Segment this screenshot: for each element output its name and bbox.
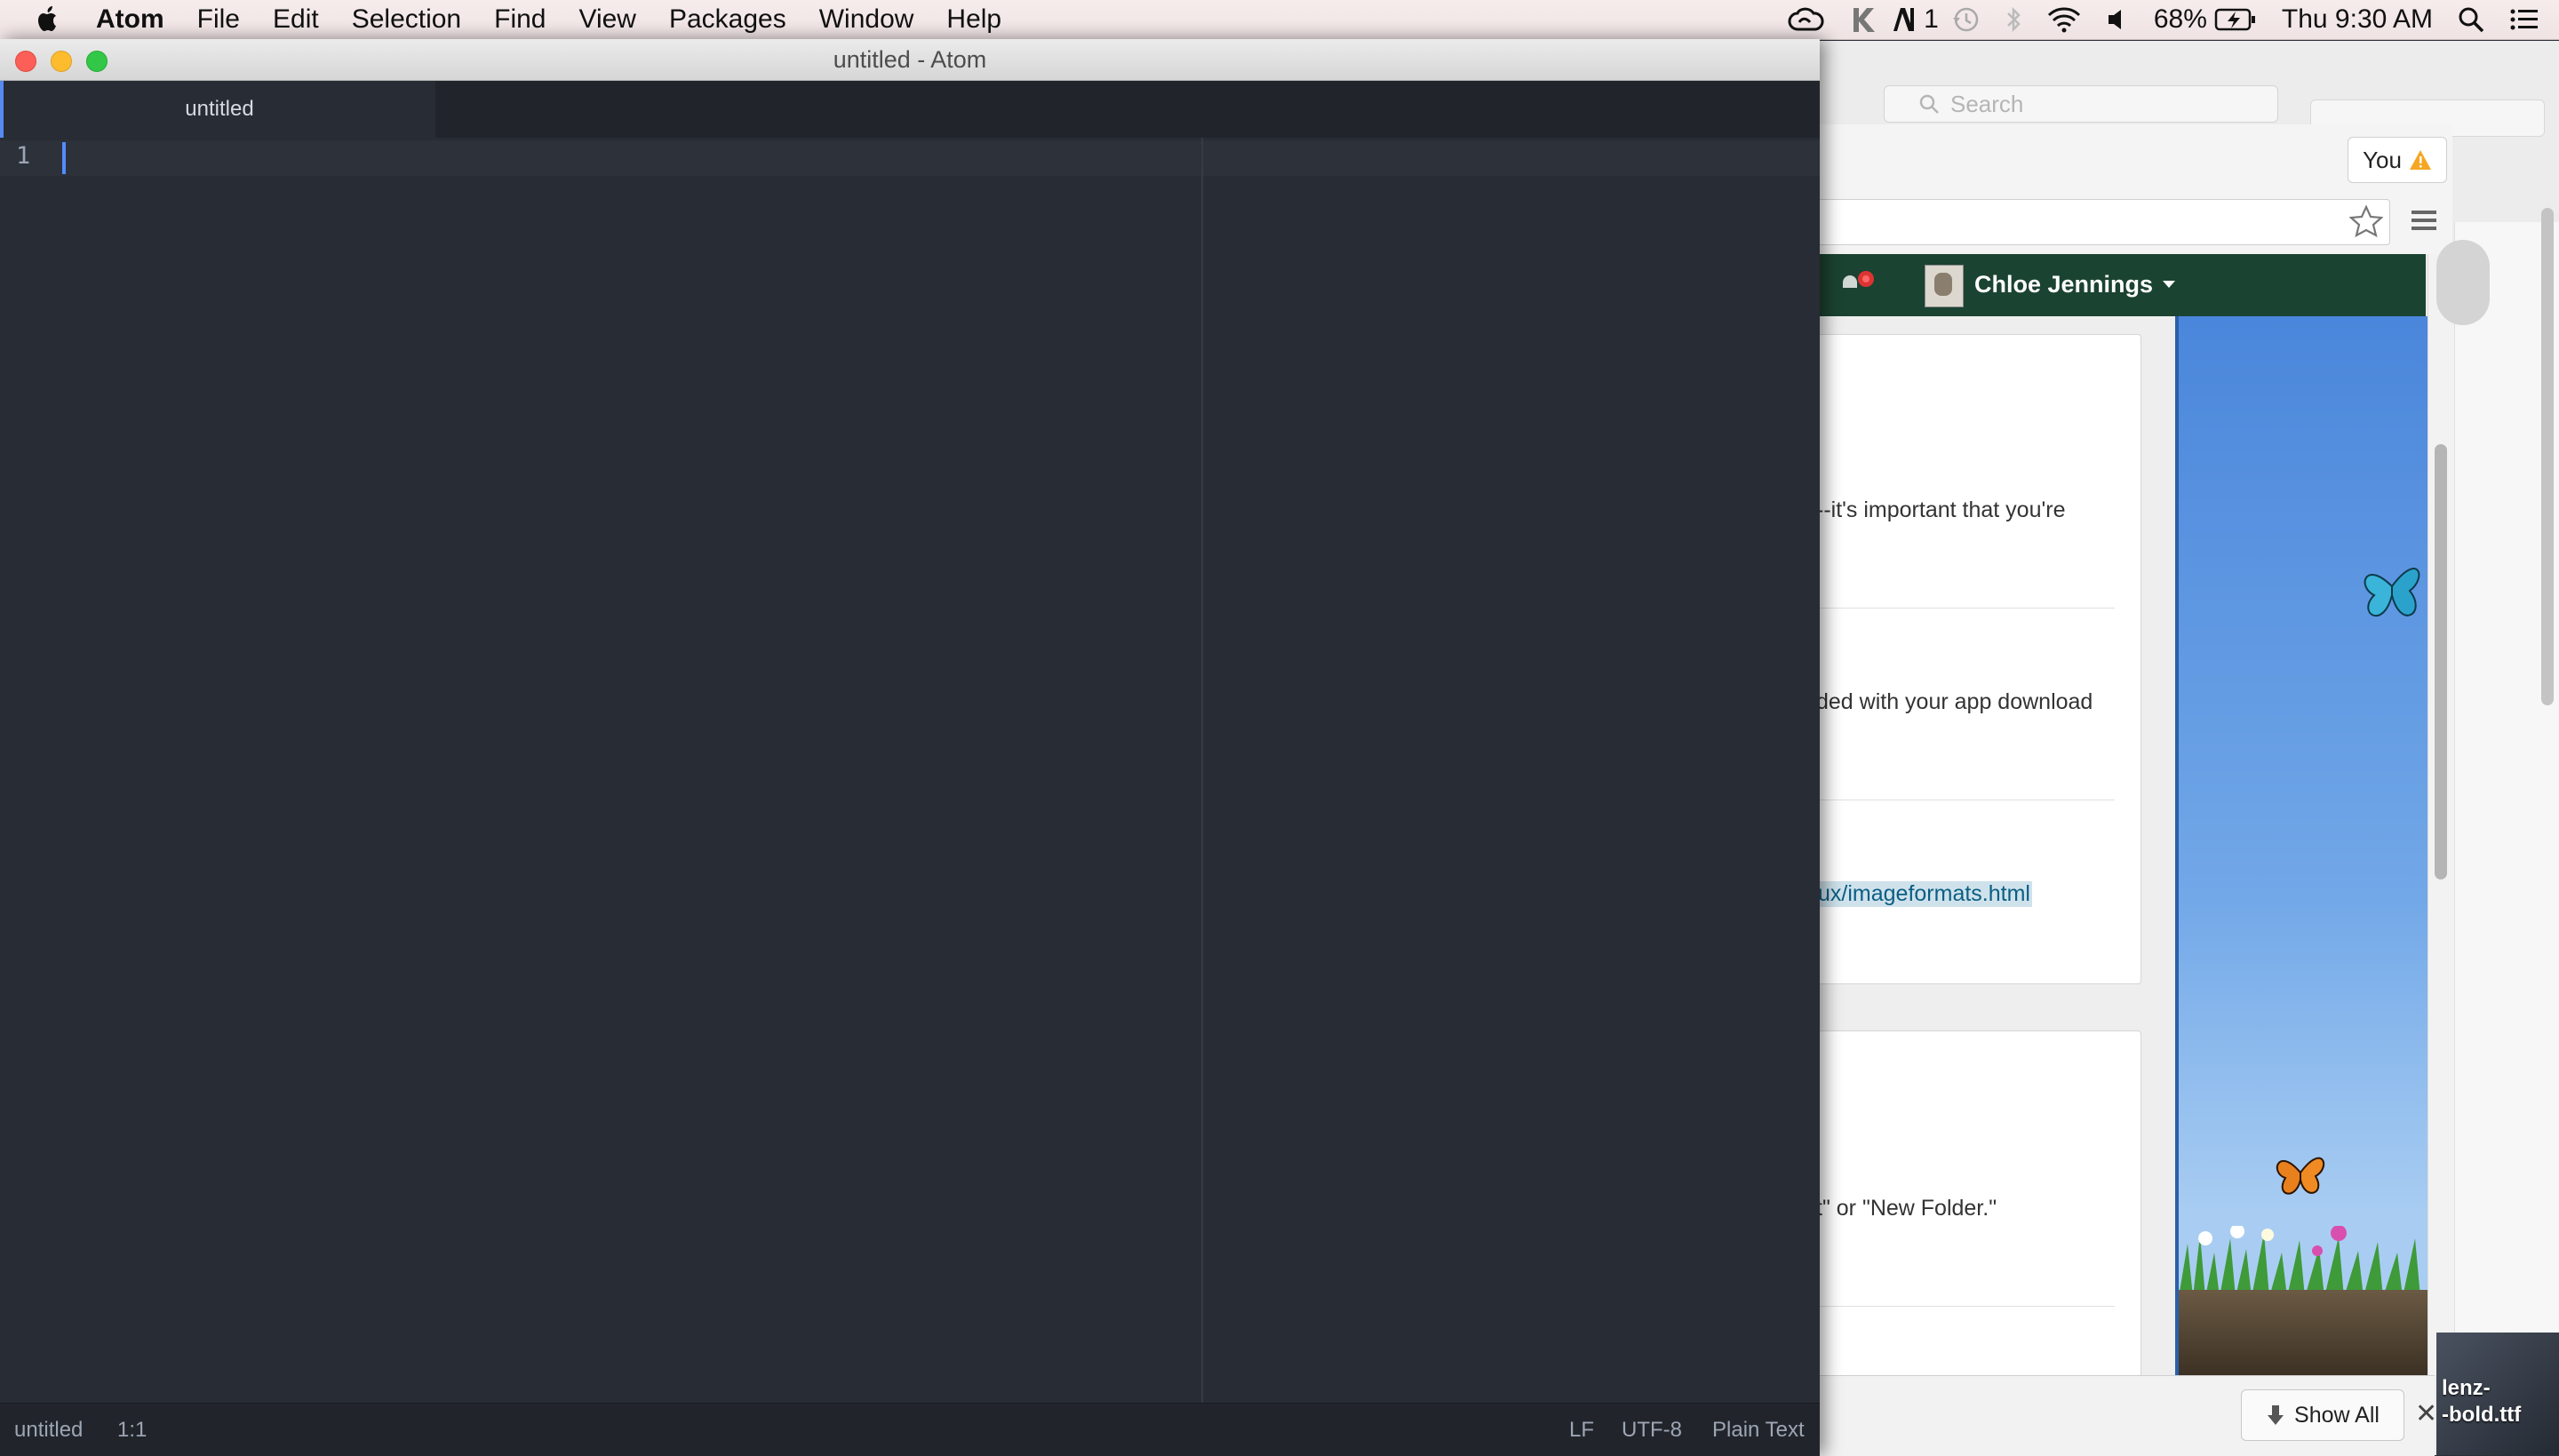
- desktop-file-label-line: -bold.ttf: [2442, 1403, 2522, 1427]
- circle-button[interactable]: [2436, 240, 2490, 325]
- menu-packages[interactable]: Packages: [669, 4, 786, 35]
- card-text: ded with your app download: [1816, 689, 2093, 714]
- time-machine-icon[interactable]: [1951, 5, 1980, 34]
- grass-illustration: [2179, 1226, 2420, 1297]
- warning-icon: [2409, 150, 2431, 170]
- notification-icon[interactable]: [1839, 267, 1882, 302]
- scrollbar-thumb[interactable]: [2541, 208, 2554, 705]
- butterfly-icon: [2276, 1157, 2324, 1195]
- menu-find[interactable]: Find: [494, 4, 546, 35]
- status-encoding[interactable]: UTF-8: [1622, 1404, 1682, 1456]
- close-icon[interactable]: ✕: [2415, 1398, 2437, 1429]
- caret-down-icon: [2163, 281, 2176, 288]
- divider: [1813, 1306, 2115, 1307]
- cursor-line-highlight: [0, 140, 1820, 176]
- status-line-ending[interactable]: LF: [1569, 1404, 1594, 1456]
- creative-cloud-icon[interactable]: [1787, 6, 1826, 33]
- card-text: t" or "New Folder.": [1816, 1196, 1997, 1221]
- line-number: 1: [16, 142, 31, 170]
- status-bar: untitled 1:1 LF UTF-8 Plain Text: [0, 1403, 1820, 1456]
- desktop-file-label-line: lenz-: [2442, 1376, 2491, 1400]
- ad-banner[interactable]: [2175, 316, 2431, 1375]
- show-all-label: Show All: [2294, 1402, 2380, 1428]
- user-menu[interactable]: Chloe Jennings: [1974, 267, 2176, 302]
- battery-charging-icon: [2214, 8, 2255, 31]
- menu-app-name[interactable]: Atom: [96, 4, 164, 35]
- butterfly-icon: [2364, 568, 2420, 617]
- clock[interactable]: Thu 9:30 AM: [2282, 4, 2433, 35]
- wifi-icon[interactable]: [2047, 6, 2081, 33]
- tab-label: untitled: [185, 97, 254, 121]
- menu-icon[interactable]: [2410, 208, 2438, 233]
- status-file-name[interactable]: untitled: [14, 1404, 83, 1456]
- menu-bar: Atom File Edit Selection Find View Packa…: [0, 0, 2559, 40]
- menu-selection[interactable]: Selection: [352, 4, 461, 35]
- k-icon[interactable]: [1851, 6, 1876, 33]
- star-icon[interactable]: [2349, 204, 2383, 238]
- profile-button-label: You: [2363, 146, 2402, 173]
- window-title: untitled - Atom: [833, 46, 987, 73]
- volume-icon[interactable]: [2106, 7, 2129, 32]
- status-cursor-position[interactable]: 1:1: [117, 1404, 147, 1456]
- text-editor[interactable]: [0, 138, 1820, 1403]
- wrap-guide: [1201, 138, 1203, 1403]
- card-text: --it's important that you're: [1816, 497, 2066, 522]
- adobe-icon[interactable]: 1: [1892, 4, 1939, 35]
- tab-untitled[interactable]: untitled: [0, 81, 435, 138]
- menu-window[interactable]: Window: [819, 4, 914, 35]
- search-icon: [1919, 94, 1939, 114]
- menu-help[interactable]: Help: [946, 4, 1001, 35]
- menu-file[interactable]: File: [197, 4, 240, 35]
- user-name: Chloe Jennings: [1974, 271, 2154, 298]
- download-icon: [2268, 1405, 2284, 1425]
- apple-icon[interactable]: [36, 5, 60, 34]
- battery-percent: 68%: [2153, 4, 2207, 34]
- menu-edit[interactable]: Edit: [273, 4, 319, 35]
- spotlight-icon[interactable]: [2458, 6, 2484, 33]
- scrollbar-thumb[interactable]: [2435, 444, 2447, 879]
- notification-center-icon[interactable]: [2509, 7, 2539, 32]
- profile-button[interactable]: You: [2348, 137, 2447, 183]
- address-bar[interactable]: [1813, 199, 2390, 245]
- card-link[interactable]: ux/imageformats.html: [1816, 881, 2032, 907]
- status-grammar[interactable]: Plain Text: [1712, 1404, 1805, 1456]
- text-cursor: [62, 142, 66, 174]
- battery-status[interactable]: 68%: [2154, 4, 2257, 35]
- notification-count: 1: [1924, 4, 1939, 34]
- ground-illustration: [2179, 1290, 2427, 1375]
- show-all-button[interactable]: Show All: [2241, 1389, 2404, 1441]
- desktop-file-label[interactable]: lenz- -bold.ttf: [2442, 1375, 2521, 1428]
- search-placeholder: Search: [1950, 90, 2024, 117]
- bluetooth-icon[interactable]: [2005, 5, 2022, 34]
- divider: [1813, 608, 2115, 609]
- menu-view[interactable]: View: [578, 4, 635, 35]
- background-search-field[interactable]: Search: [1884, 85, 2278, 123]
- avatar[interactable]: [1925, 265, 1964, 307]
